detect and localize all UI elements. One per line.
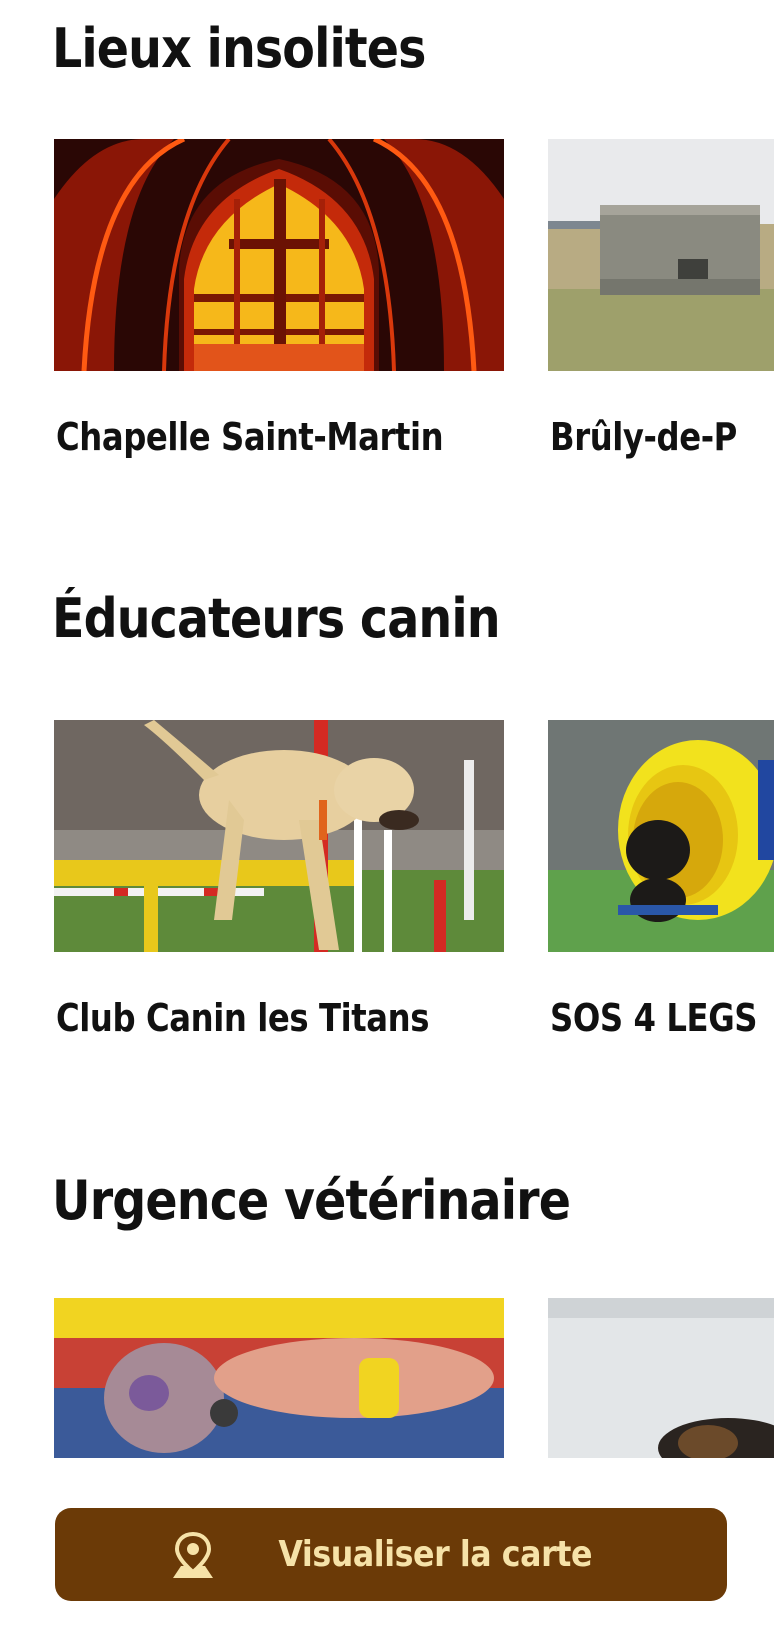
- carousel-lieux-insolites[interactable]: Chapelle Saint-Martin Brûly-de-P: [0, 139, 774, 469]
- card-title: SOS 4 LEGS: [550, 996, 758, 1040]
- card-title: Chapelle Saint-Martin: [56, 415, 444, 459]
- card-image: [548, 1298, 774, 1458]
- carousel-educateurs-canin[interactable]: Club Canin les Titans SOS 4 LEGS: [0, 720, 774, 1050]
- section-title: Lieux insolites: [52, 17, 426, 80]
- card-title: Brûly-de-P: [550, 415, 737, 459]
- card-title: Club Canin les Titans: [56, 996, 430, 1040]
- card-image: [54, 139, 504, 371]
- carousel-urgence-veterinaire[interactable]: [0, 1298, 774, 1458]
- card-image: [54, 1298, 504, 1458]
- map-pin-icon: [172, 1531, 213, 1578]
- section-title: Urgence vétérinaire: [52, 1169, 571, 1232]
- card-image: [54, 720, 504, 952]
- view-map-label: Visualiser la carte: [278, 1534, 592, 1575]
- card-image: [548, 139, 774, 371]
- card-image: [548, 720, 774, 952]
- view-map-button[interactable]: Visualiser la carte: [55, 1508, 727, 1601]
- section-title: Éducateurs canin: [52, 587, 501, 650]
